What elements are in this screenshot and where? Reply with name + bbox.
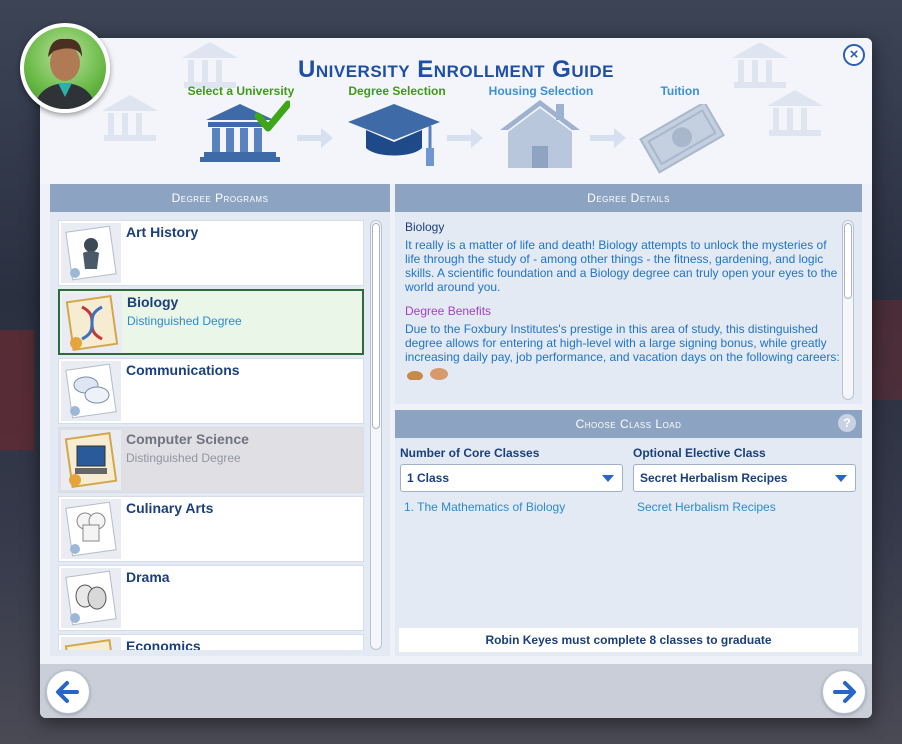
core-class-item: 1. The Mathematics of Biology xyxy=(404,500,566,514)
background-decoration xyxy=(870,300,902,400)
degree-details-title: Biology xyxy=(405,220,445,234)
details-scrollbar[interactable] xyxy=(842,220,854,400)
core-classes-dropdown[interactable]: 1 Class xyxy=(400,464,623,492)
degree-name: Biology xyxy=(127,294,179,310)
career-icons xyxy=(407,368,448,381)
degree-item-culinary-arts[interactable]: Culinary Arts xyxy=(58,496,364,562)
next-button[interactable] xyxy=(822,670,866,714)
degree-list-scrollbar[interactable] xyxy=(370,220,382,650)
degree-item-communications[interactable]: Communications xyxy=(58,358,364,424)
page-title: University Enrollment Guide xyxy=(298,56,614,83)
degree-name: Culinary Arts xyxy=(126,500,214,516)
dna-icon xyxy=(62,293,122,353)
money-icon xyxy=(639,104,725,174)
chevron-down-icon xyxy=(602,475,614,482)
degree-benefits-heading: Degree Benefits xyxy=(405,304,492,318)
degree-subtitle: Distinguished Degree xyxy=(126,451,241,465)
degree-details-panel: Degree Details Biology It really is a ma… xyxy=(395,184,862,404)
close-button[interactable]: × xyxy=(843,44,865,66)
university-building-icon xyxy=(200,100,290,162)
degree-list: Art History Biology Distinguished Degree… xyxy=(58,220,364,650)
help-button[interactable]: ? xyxy=(838,414,856,432)
sim-portrait-icon xyxy=(34,38,96,109)
degree-item-drama[interactable]: Drama xyxy=(58,565,364,631)
degree-item-art-history[interactable]: Art History xyxy=(58,220,364,286)
elective-class-value: Secret Herbalism Recipes xyxy=(640,471,788,485)
step-arrow-icon xyxy=(297,128,333,148)
step-label-tuition: Tuition xyxy=(660,84,700,98)
elective-class-dropdown[interactable]: Secret Herbalism Recipes xyxy=(633,464,856,492)
chef-hat-icon xyxy=(61,499,121,559)
chevron-down-icon xyxy=(835,475,847,482)
degree-name: Art History xyxy=(126,224,199,240)
degree-item-biology[interactable]: Biology Distinguished Degree xyxy=(58,289,364,355)
core-classes-value: 1 Class xyxy=(407,471,450,485)
degree-item-computer-science[interactable]: Computer Science Distinguished Degree xyxy=(58,427,364,493)
step-label-university: Select a University xyxy=(187,84,295,98)
graduation-requirement: Robin Keyes must complete 8 classes to g… xyxy=(399,628,858,652)
dialog-header: University Enrollment Guide × Select a U… xyxy=(40,38,872,184)
step-label-degree: Degree Selection xyxy=(348,84,446,98)
graduation-prefix: Robin Keyes must complete xyxy=(485,633,650,647)
core-classes-label: Number of Core Classes xyxy=(400,446,540,460)
economics-icon xyxy=(61,637,121,650)
scrollbar-thumb[interactable] xyxy=(372,223,380,429)
background-decoration xyxy=(0,330,34,450)
degree-description: It really is a matter of life and death!… xyxy=(405,238,838,294)
elective-class-item: Secret Herbalism Recipes xyxy=(637,500,776,514)
house-icon xyxy=(500,100,580,168)
degree-subtitle: Distinguished Degree xyxy=(127,314,242,328)
scrollbar-thumb[interactable] xyxy=(844,223,852,299)
speech-bubbles-icon xyxy=(61,361,121,421)
degree-name: Drama xyxy=(126,569,170,585)
drama-masks-icon xyxy=(61,568,121,628)
degree-programs-header: Degree Programs xyxy=(50,184,390,212)
elective-class-label: Optional Elective Class xyxy=(633,446,766,460)
avatar xyxy=(20,23,110,113)
degree-programs-panel: Degree Programs Art History Biology Dist… xyxy=(50,184,390,656)
degree-details-text: Biology It really is a matter of life an… xyxy=(405,220,845,400)
computer-icon xyxy=(61,430,121,490)
degree-item-economics[interactable]: Economics xyxy=(58,634,364,650)
statue-icon xyxy=(61,223,121,283)
degree-name: Computer Science xyxy=(126,431,249,447)
step-arrow-icon xyxy=(447,128,483,148)
degree-benefits-text: Due to the Foxbury Institutes's prestige… xyxy=(405,322,840,364)
step-label-housing: Housing Selection xyxy=(488,84,594,98)
degree-name: Economics xyxy=(126,638,201,650)
dialog-footer xyxy=(40,664,872,718)
class-load-header: Choose Class Load xyxy=(395,410,862,438)
watermark-icon xyxy=(767,90,823,136)
arrow-right-icon xyxy=(833,681,856,703)
class-load-panel: Choose Class Load ? Number of Core Class… xyxy=(395,410,862,656)
enrollment-dialog: University Enrollment Guide × Select a U… xyxy=(40,38,872,718)
degree-details-header: Degree Details xyxy=(395,184,862,212)
degree-name: Communications xyxy=(126,362,240,378)
watermark-icon xyxy=(102,95,158,141)
arrow-left-icon xyxy=(56,681,79,703)
graduation-cap-icon xyxy=(348,104,440,166)
back-button[interactable] xyxy=(46,670,90,714)
graduation-suffix: classes to graduate xyxy=(656,633,772,647)
step-arrow-icon xyxy=(590,128,626,148)
